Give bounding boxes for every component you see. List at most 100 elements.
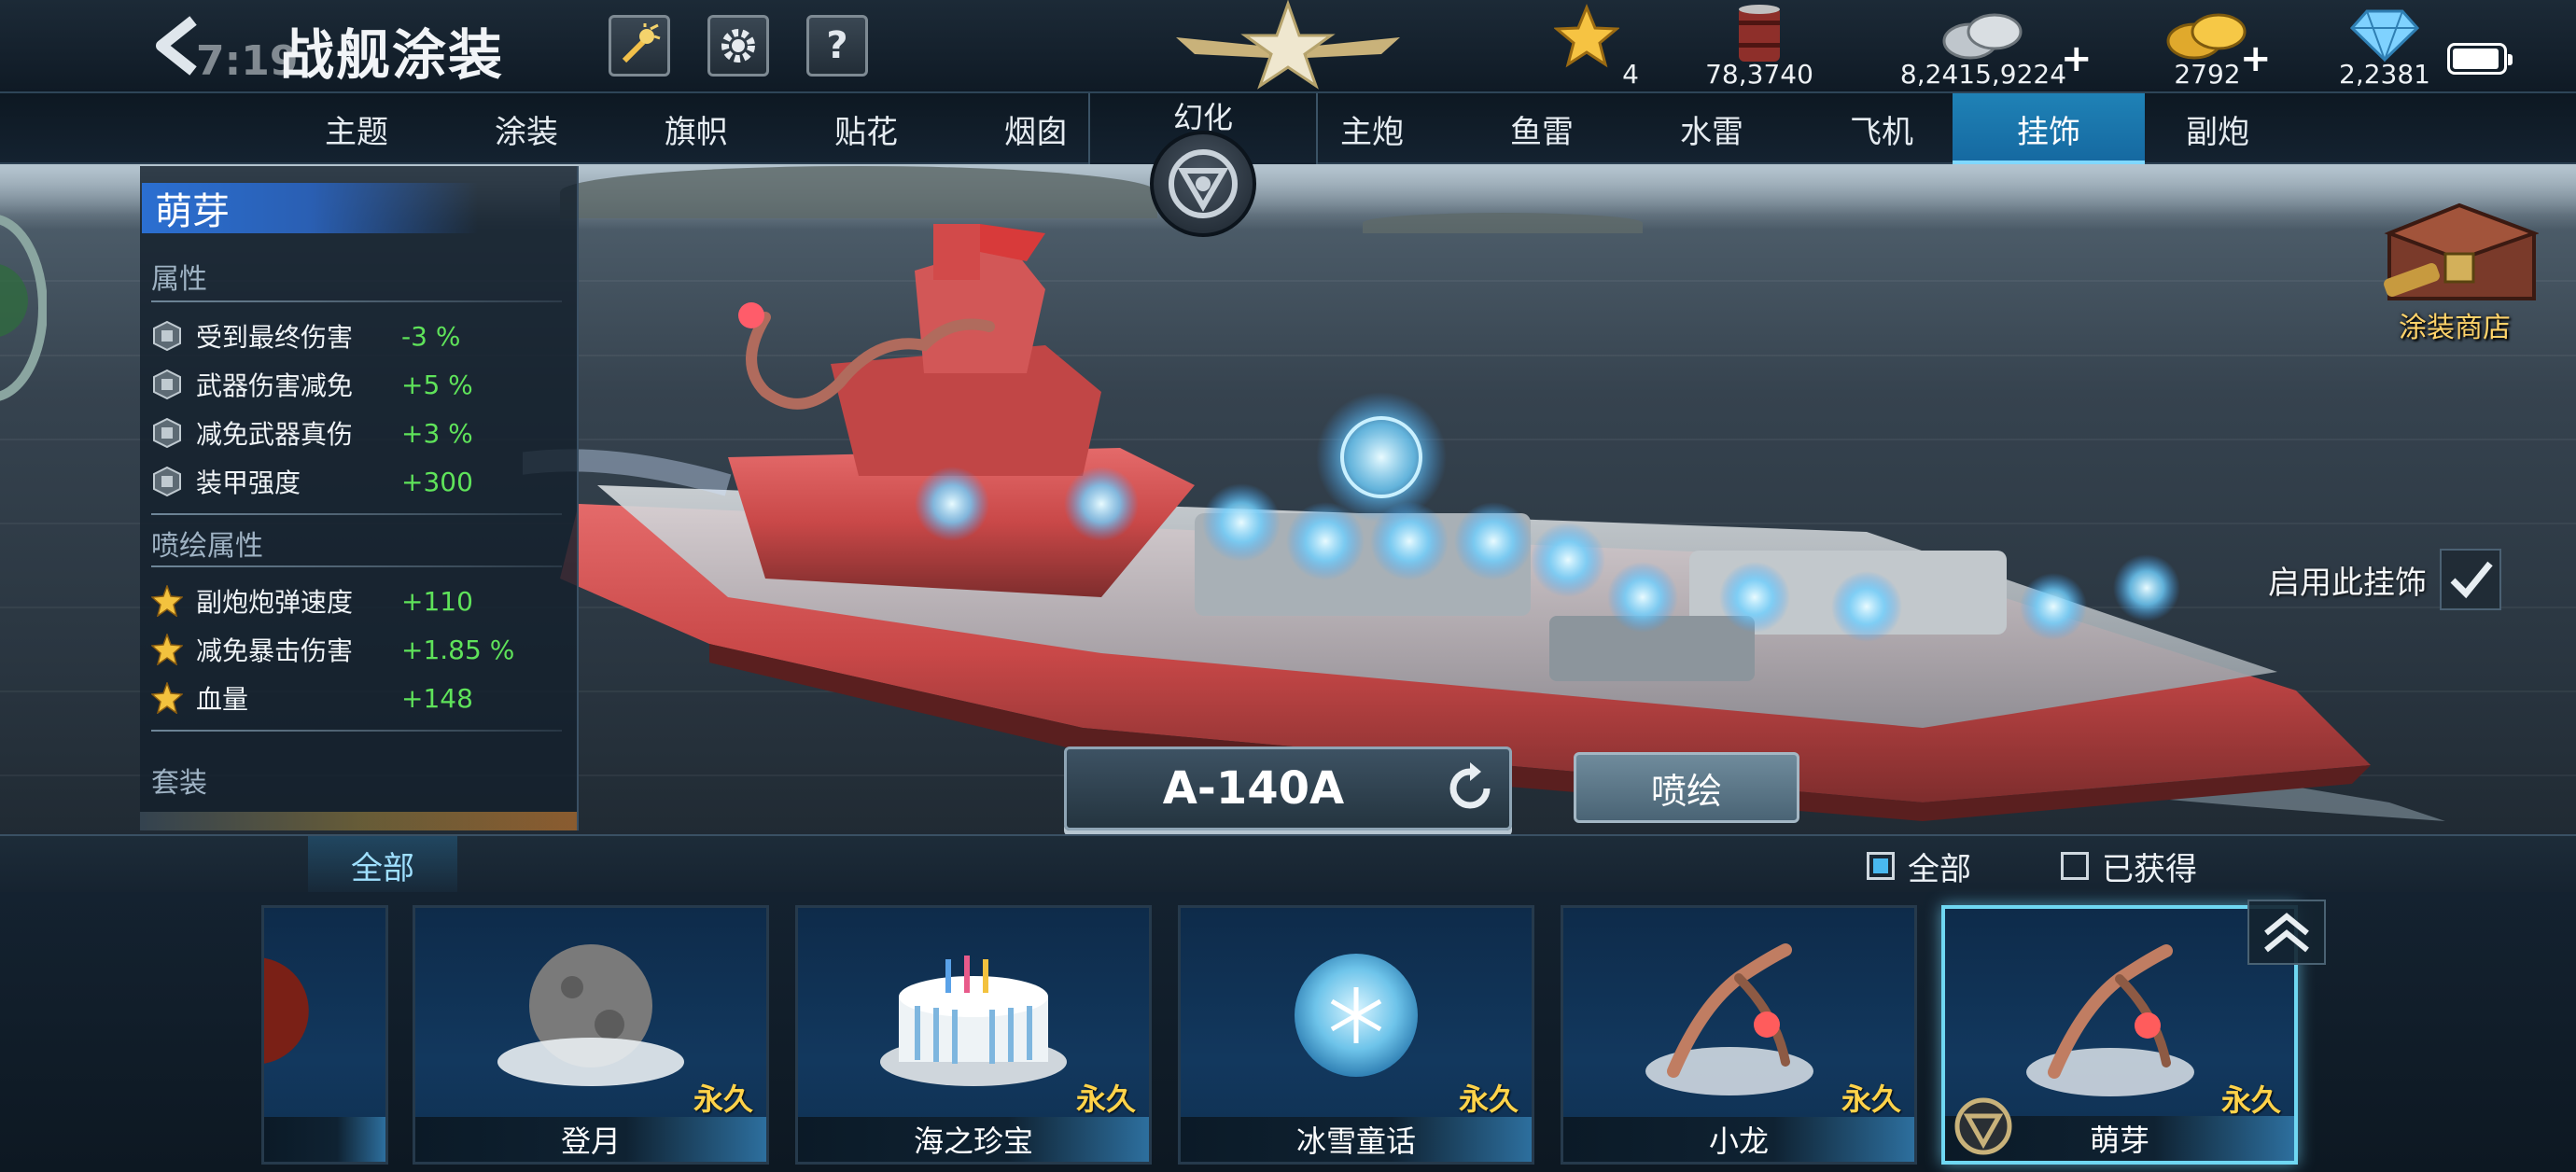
attribute-value: -3 % [401, 320, 461, 352]
star-icon [151, 634, 183, 665]
transform-badge [1150, 131, 1256, 237]
ornament-name: 萌芽 [142, 183, 478, 233]
checkbox-checked [1867, 852, 1895, 880]
attribute-name: 武器伤害减免 [196, 370, 354, 401]
firework-icon [622, 23, 661, 63]
attribute-row: 武器伤害减免 +5 % [151, 360, 577, 409]
paint-shop-label: 涂装商店 [2399, 312, 2511, 344]
battery-fill [2453, 49, 2499, 69]
tab-aircraft[interactable]: 飞机 [1798, 93, 1966, 164]
tab-flag[interactable]: 旗帜 [612, 93, 780, 164]
shield-icon [151, 466, 183, 497]
tab-paint[interactable]: 涂装 [442, 93, 610, 164]
tab-secondary-gun[interactable]: 副炮 [2134, 93, 2302, 164]
ornament-name: 小龙 [1563, 1117, 1914, 1162]
filter-option-label: 已获得 [2102, 850, 2197, 888]
ornament-name: 海之珍宝 [798, 1117, 1149, 1162]
add-gold-button[interactable]: + [2240, 37, 2272, 80]
resource-diamond: 2,2381 [2324, 4, 2445, 91]
ornament-name: 冰雪童话 [1181, 1117, 1532, 1162]
paint-shop-button[interactable]: 涂装商店 [2361, 187, 2548, 345]
attribute-row: 装甲强度 +300 [151, 457, 577, 506]
tab-torpedo[interactable]: 鱼雷 [1458, 93, 1626, 164]
permanent-badge: 永久 [1075, 1081, 1136, 1117]
attribute-name: 装甲强度 [196, 467, 301, 498]
divider [151, 565, 562, 567]
ornament-card[interactable] [261, 905, 388, 1165]
attributes-header: 属性 [151, 263, 207, 296]
attribute-value: +110 [401, 585, 473, 617]
star-icon [151, 682, 183, 714]
enable-ornament-toggle[interactable]: 启用此挂饰 [2268, 549, 2501, 610]
help-button[interactable]: ? [806, 15, 868, 77]
ornament-card[interactable]: 永久 登月 [413, 905, 769, 1165]
collapse-list-button[interactable] [2247, 900, 2326, 965]
resource-value: 4 [1622, 59, 1639, 90]
tab-theme[interactable]: 主题 [273, 93, 441, 164]
divider [151, 300, 562, 302]
ornament-card[interactable]: 永久 冰雪童话 [1178, 905, 1534, 1165]
attribute-value: +1.85 % [401, 634, 515, 665]
attribute-name: 血量 [196, 684, 249, 715]
silver-coins-icon [1942, 13, 2023, 60]
checkmark-icon [2450, 561, 2493, 599]
divider [151, 730, 562, 732]
enable-ornament-checkbox[interactable] [2440, 549, 2501, 610]
ornament-list: 永久 登月 永久 海之珍宝 永久 冰雪童话 永久 小龙 永久 萌芽 [0, 892, 2576, 1172]
diamond-icon [2349, 9, 2420, 63]
spray-attribute-row: 副炮炮弹速度 +110 [151, 577, 577, 625]
resource-silver: 8,2415,9224 [1895, 4, 2072, 91]
ornament-art [264, 908, 385, 1123]
rank-emblem [1157, 0, 1419, 93]
tab-ornament[interactable]: 挂饰 [1953, 93, 2145, 164]
shield-icon [151, 369, 183, 400]
attribute-name: 副炮炮弹速度 [196, 587, 354, 618]
set-header: 套装 [151, 767, 207, 800]
settings-button[interactable] [707, 15, 769, 77]
tab-transform[interactable]: 幻化 [1088, 93, 1318, 237]
gift-button[interactable] [609, 15, 670, 77]
spray-button[interactable]: 喷绘 [1574, 752, 1799, 823]
permanent-badge: 永久 [2220, 1082, 2281, 1118]
ornament-card-selected[interactable]: 永久 萌芽 [1941, 905, 2298, 1165]
filter-owned-checkbox[interactable]: 已获得 [2061, 847, 2197, 888]
attribute-name: 减免武器真伤 [196, 419, 354, 450]
ornament-card[interactable]: 永久 小龙 [1561, 905, 1917, 1165]
cake-icon [880, 956, 1067, 1086]
winged-star-icon [1176, 0, 1400, 90]
snow-globe-icon [1295, 954, 1418, 1077]
dragon-icon [1645, 943, 1813, 1095]
side-emblem-icon [0, 215, 47, 401]
triangle-emblem-icon [1169, 149, 1238, 218]
dragon-icon [2026, 944, 2194, 1096]
attribute-name: 受到最终伤害 [196, 322, 354, 353]
add-silver-button[interactable]: + [2061, 37, 2093, 80]
tab-decal[interactable]: 贴花 [782, 93, 950, 164]
permanent-badge: 永久 [693, 1081, 753, 1117]
permanent-badge: 永久 [1458, 1081, 1519, 1117]
ship-code: A-140A [1162, 762, 1345, 815]
tab-mine[interactable]: 水雷 [1628, 93, 1796, 164]
spray-attribute-row: 血量 +148 [151, 674, 577, 722]
ship-code-box: A-140A [1064, 746, 1512, 830]
oil-barrel-icon [1739, 5, 1780, 62]
attribute-value: +300 [401, 466, 473, 497]
filter-all-checkbox[interactable]: 全部 [1867, 847, 1971, 888]
ornament-card[interactable]: 永久 海之珍宝 [795, 905, 1152, 1165]
triangle-emblem-icon [1954, 1097, 2012, 1155]
battleship-model[interactable] [523, 205, 2445, 840]
gear-icon [721, 29, 755, 63]
filter-tab-all[interactable]: 全部 [308, 836, 457, 894]
attribute-value: +3 % [401, 417, 473, 449]
ornament-name [264, 1117, 385, 1162]
switch-ship-button[interactable] [1442, 760, 1498, 816]
top-bar: 7:19 战舰涂装 ? 4 78,3740 8,2415,9224 + 2792… [0, 0, 2576, 93]
resource-value: 8,2415,9224 [1899, 59, 2067, 90]
filter-bar: 全部 全部 已获得 [0, 834, 2576, 894]
attribute-row: 受到最终伤害 -3 % [151, 312, 577, 360]
treasure-chest-icon [2384, 202, 2539, 300]
shield-icon [151, 320, 183, 352]
moon-icon [497, 944, 684, 1086]
ornament-name: 登月 [415, 1117, 766, 1162]
permanent-badge: 永久 [1841, 1081, 1901, 1117]
